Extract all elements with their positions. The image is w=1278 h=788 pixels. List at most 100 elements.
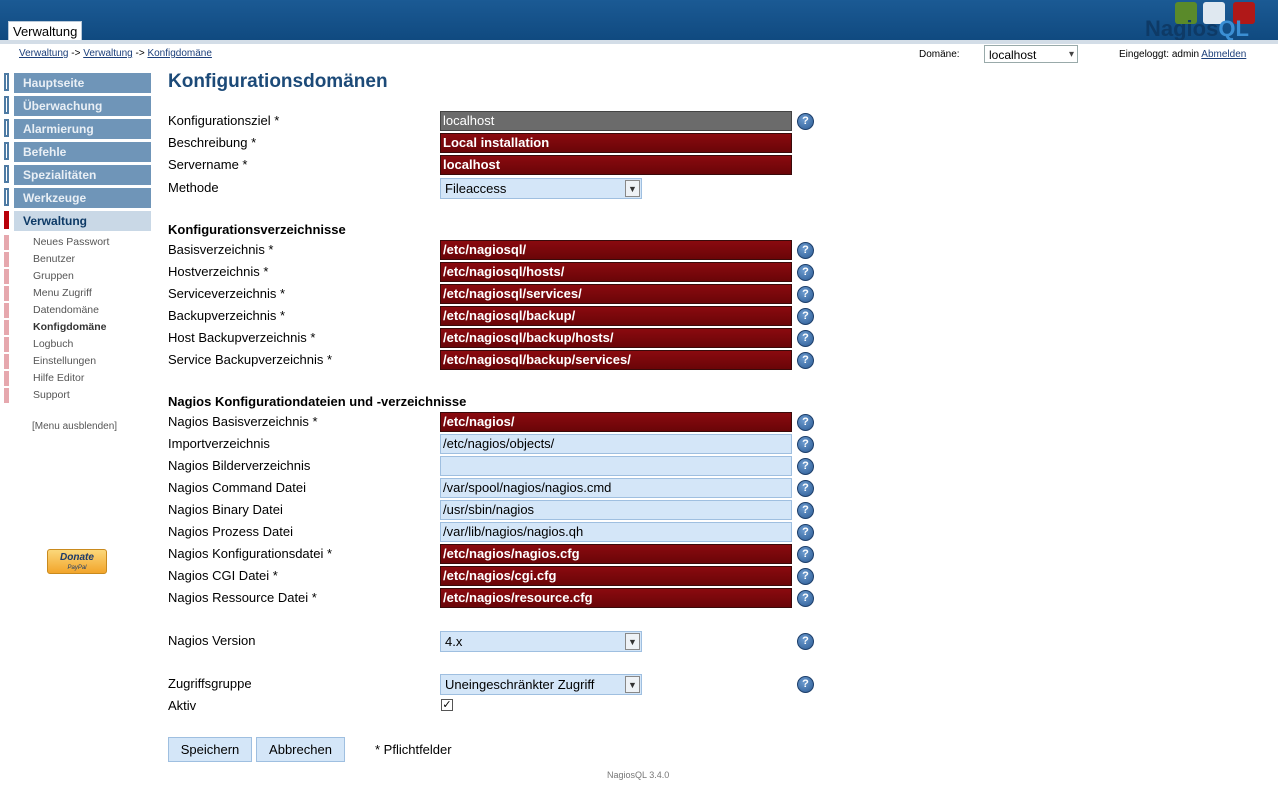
hostverzeichnis-input[interactable]: /etc/nagiosql/hosts/ [440, 262, 792, 282]
save-button[interactable]: Speichern [168, 737, 252, 762]
field-label: Zugriffsgruppe [168, 676, 252, 691]
cancel-button[interactable]: Abbrechen [256, 737, 345, 762]
help-icon[interactable]: ? [797, 242, 814, 259]
breadcrumb-link-verwaltung[interactable]: Verwaltung [19, 48, 68, 59]
subnav-label: Support [33, 389, 70, 401]
breadcrumb-link-konfigdomaene[interactable]: Konfigdomäne [147, 48, 212, 59]
servername-input[interactable]: localhost [440, 155, 792, 175]
subnav-label: Gruppen [33, 270, 74, 282]
logout-link[interactable]: Abmelden [1201, 49, 1246, 60]
field-label: Serviceverzeichnis * [168, 286, 286, 301]
nav-item-verwaltung[interactable]: Verwaltung [4, 211, 151, 231]
subnav-marker [4, 235, 9, 250]
subnav-item-neues-passwort[interactable]: Neues Passwort [4, 235, 144, 252]
field-label: Nagios Command Datei [168, 480, 307, 495]
field-label: Methode [168, 180, 219, 195]
host-backupverzeichnis-input[interactable]: /etc/nagiosql/backup/hosts/ [440, 328, 792, 348]
help-icon[interactable]: ? [797, 676, 814, 693]
nav-item-alarmierung[interactable]: Alarmierung [4, 119, 151, 139]
help-icon[interactable]: ? [797, 113, 814, 130]
section-heading-nagios: Nagios Konfigurationdateien und -verzeic… [168, 394, 467, 409]
konfigurationsdatei-input[interactable]: /etc/nagios/nagios.cfg [440, 544, 792, 564]
nav-item-werkzeuge[interactable]: Werkzeuge [4, 188, 151, 208]
domain-label: Domäne: [919, 49, 960, 60]
nav-item-spezialitaeten[interactable]: Spezialitäten [4, 165, 151, 185]
beschreibung-input[interactable]: Local installation [440, 133, 792, 153]
nav-item-ueberwachung[interactable]: Überwachung [4, 96, 151, 116]
help-icon[interactable]: ? [797, 264, 814, 281]
help-icon[interactable]: ? [797, 330, 814, 347]
zugriffsgruppe-select[interactable]: Uneingeschränkter Zugriff ▼ [440, 674, 642, 695]
nav-label: Hauptseite [14, 73, 151, 93]
help-icon[interactable]: ? [797, 568, 814, 585]
subnav-marker [4, 337, 9, 352]
help-icon[interactable]: ? [797, 414, 814, 431]
backupverzeichnis-input[interactable]: /etc/nagiosql/backup/ [440, 306, 792, 326]
field-label: Nagios Bilderverzeichnis [168, 458, 311, 473]
help-icon[interactable]: ? [797, 524, 814, 541]
importverzeichnis-input[interactable]: /etc/nagios/objects/ [440, 434, 792, 454]
command-datei-input[interactable]: /var/spool/nagios/nagios.cmd [440, 478, 792, 498]
cgi-datei-input[interactable]: /etc/nagios/cgi.cfg [440, 566, 792, 586]
subnav-item-support[interactable]: Support [4, 388, 144, 405]
nav-item-hauptseite[interactable]: Hauptseite [4, 73, 151, 93]
serviceverzeichnis-input[interactable]: /etc/nagiosql/services/ [440, 284, 792, 304]
help-icon[interactable]: ? [797, 308, 814, 325]
paypal-donate-button[interactable]: Donate PayPal [47, 549, 107, 574]
binary-datei-input[interactable]: /usr/sbin/nagios [440, 500, 792, 520]
field-label: Service Backupverzeichnis * [168, 352, 333, 367]
bilderverzeichnis-input[interactable] [440, 456, 792, 476]
subnav-item-logbuch[interactable]: Logbuch [4, 337, 144, 354]
konfigurationsziel-input[interactable]: localhost [440, 111, 792, 131]
field-label: Servername * [168, 157, 248, 172]
help-icon[interactable]: ? [797, 286, 814, 303]
subnav-item-datendomaene[interactable]: Datendomäne [4, 303, 144, 320]
subnav-item-benutzer[interactable]: Benutzer [4, 252, 144, 269]
help-icon[interactable]: ? [797, 546, 814, 563]
help-icon[interactable]: ? [797, 502, 814, 519]
subnav-item-einstellungen[interactable]: Einstellungen [4, 354, 144, 371]
basisverzeichnis-input[interactable]: /etc/nagiosql/ [440, 240, 792, 260]
help-icon[interactable]: ? [797, 436, 814, 453]
help-icon[interactable]: ? [797, 633, 814, 650]
subnav-label: Logbuch [33, 338, 74, 350]
methode-select[interactable]: Fileaccess ▼ [440, 178, 642, 199]
aktiv-checkbox[interactable]: ✓ [441, 699, 453, 711]
subnav-item-konfigdomaene[interactable]: Konfigdomäne [4, 320, 144, 337]
breadcrumb-link-verwaltung-2[interactable]: Verwaltung [83, 48, 132, 59]
nav-item-befehle[interactable]: Befehle [4, 142, 151, 162]
subnav-item-hilfe-editor[interactable]: Hilfe Editor [4, 371, 144, 388]
help-icon[interactable]: ? [797, 480, 814, 497]
hide-menu-link[interactable]: [Menu ausblenden] [32, 421, 117, 432]
field-label: Nagios Binary Datei [168, 502, 283, 517]
chevron-down-icon: ▾ [1068, 49, 1074, 60]
field-label: Nagios CGI Datei * [168, 568, 278, 583]
nav-label: Überwachung [14, 96, 151, 116]
nagios-version-select[interactable]: 4.x ▼ [440, 631, 642, 652]
domain-select[interactable]: localhost ▾ [984, 45, 1078, 63]
subnav-label: Neues Passwort [33, 236, 110, 248]
nav-marker [4, 96, 9, 114]
subnav-label: Hilfe Editor [33, 372, 85, 384]
nav-label: Spezialitäten [14, 165, 151, 185]
prozess-datei-input[interactable]: /var/lib/nagios/nagios.qh [440, 522, 792, 542]
nagios-basisverzeichnis-input[interactable]: /etc/nagios/ [440, 412, 792, 432]
subnav-marker [4, 252, 9, 267]
page-title: Konfigurationsdomänen [168, 71, 388, 92]
ressource-datei-input[interactable]: /etc/nagios/resource.cfg [440, 588, 792, 608]
subnav-item-gruppen[interactable]: Gruppen [4, 269, 144, 286]
help-icon[interactable]: ? [797, 590, 814, 607]
subnav-item-menu-zugriff[interactable]: Menu Zugriff [4, 286, 144, 303]
field-label: Nagios Basisverzeichnis * [168, 414, 318, 429]
help-icon[interactable]: ? [797, 352, 814, 369]
field-label: Konfigurationsziel * [168, 113, 280, 128]
subnav-marker [4, 286, 9, 301]
subnav-label: Konfigdomäne [33, 321, 107, 333]
top-header: Verwaltung NagiosQL [0, 0, 1278, 41]
paypal-label: PayPal [67, 565, 87, 571]
tab-verwaltung[interactable]: Verwaltung [8, 21, 83, 41]
field-label: Aktiv [168, 698, 197, 713]
service-backupverzeichnis-input[interactable]: /etc/nagiosql/backup/services/ [440, 350, 792, 370]
login-text: Eingeloggt: admin [1119, 49, 1200, 60]
help-icon[interactable]: ? [797, 458, 814, 475]
